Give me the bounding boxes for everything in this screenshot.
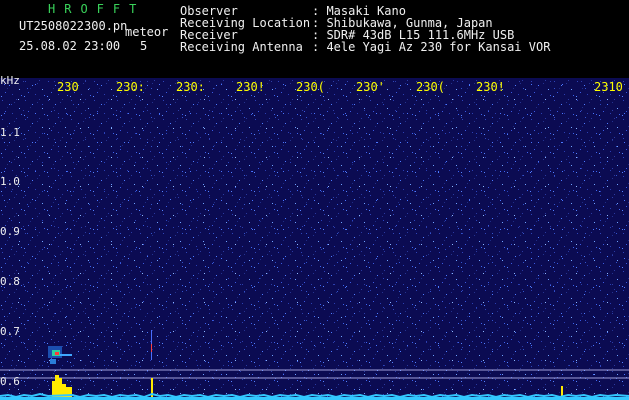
meteor-trail xyxy=(151,330,152,360)
spectrogram-svg xyxy=(0,78,629,400)
y-tick-6: 0.6 xyxy=(0,375,20,388)
x-tick-3: 230: xyxy=(176,80,205,94)
y-tick-1: 1.1 xyxy=(0,126,20,139)
x-tick-6: 230' xyxy=(356,80,385,94)
count-label: 5 xyxy=(140,39,148,53)
x-tick-1: 230 xyxy=(57,80,79,94)
file-name: UT2508022300.pn xyxy=(19,19,128,33)
antenna-value: : 4ele Yagi Az 230 for Kansai VOR xyxy=(312,40,551,54)
y-tick-3: 0.9 xyxy=(0,225,20,238)
y-tick-2: 1.0 xyxy=(0,175,20,188)
y-axis-unit: kHz xyxy=(0,74,20,87)
x-tick-5: 230( xyxy=(296,80,325,94)
spectrogram xyxy=(0,78,629,400)
antenna-label: Receiving Antenna xyxy=(180,40,303,54)
x-tick-7: 230( xyxy=(416,80,445,94)
x-tick-8: 230! xyxy=(476,80,505,94)
datetime-label: 25.08.02 23:00 xyxy=(19,39,121,53)
x-tick-2: 230: xyxy=(116,80,145,94)
y-tick-4: 0.8 xyxy=(0,275,20,288)
x-tick-4: 230! xyxy=(236,80,265,94)
noise-overlay xyxy=(0,78,629,400)
y-tick-5: 0.7 xyxy=(0,325,20,338)
brand-title: HROFFT xyxy=(48,2,146,16)
header-panel: HROFFT UT2508022300.pn meteor 25.08.02 2… xyxy=(0,0,629,78)
x-tick-9: 2310 xyxy=(594,80,623,94)
detector-label: meteor xyxy=(125,25,169,39)
